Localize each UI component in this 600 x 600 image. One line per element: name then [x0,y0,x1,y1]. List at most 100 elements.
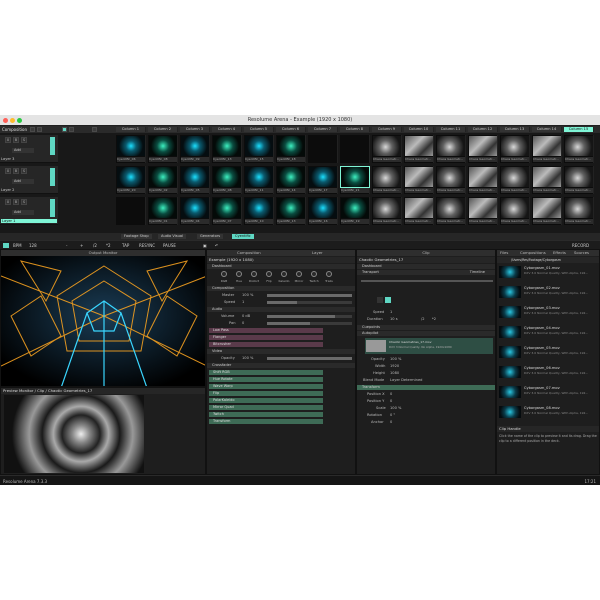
clip-name-label[interactable]: Cyentific_06 [117,157,145,162]
clip-slot[interactable]: Chaos Geometr... [500,166,530,194]
clip-slot[interactable] [116,197,146,225]
clip-name-label[interactable]: Chaos Geometr... [437,157,465,162]
clip-slot[interactable]: Chaos Geometr... [532,135,562,163]
width-value[interactable]: 1920 [390,364,399,369]
clip-slot[interactable]: Cyentific_08 [212,166,242,194]
column-header-5[interactable]: Column 5 [244,127,274,132]
preview-monitor-view[interactable] [4,395,144,473]
audio-effect-row[interactable]: Bitcrusher [209,342,323,347]
clip-name-label[interactable]: Cyentific_14 [277,188,305,193]
clip-name-label[interactable]: Chaos Geometr... [405,188,433,193]
deck-tab-generators[interactable]: Generators [197,234,224,239]
opacity-slider[interactable] [267,357,352,360]
clip-slot[interactable]: Cyentific_13 [276,197,306,225]
clip-slot[interactable]: Cyentific_18 [276,135,306,163]
maximize-window-icon[interactable] [17,118,22,123]
file-item[interactable]: Cyborgasm_03.mov DXV 3.0 Normal Quality, … [499,305,597,319]
clip-name-label[interactable]: Cyentific_20 [117,188,145,193]
clip-slot[interactable]: Chaos Geometr... [532,197,562,225]
column-header-14[interactable]: Column 14 [532,127,562,132]
clip-slot[interactable]: Chaos Geometr... [372,135,402,163]
clip-name-label[interactable]: Cyentific_07 [213,219,241,224]
bypass-layer-button[interactable]: B [13,137,19,143]
speed-value[interactable]: 1 [242,300,244,305]
tap-button[interactable]: TAP [122,243,129,248]
clip-name-label[interactable]: Cyentific_15 [245,157,273,162]
column-header-10[interactable]: Column 10 [404,127,434,132]
clip-slot[interactable]: Chaos Geometr... [372,166,402,194]
clip-slot[interactable]: Chaos Geometr... [564,197,594,225]
column-header-13[interactable]: Column 13 [500,127,530,132]
clip-name-label[interactable]: Chaos Geometr... [437,219,465,224]
clip-slot[interactable]: Cyentific_04 [180,197,210,225]
clip-slot[interactable]: Cyentific_05 [180,166,210,194]
column-header-9[interactable]: Column 9 [372,127,402,132]
clip-slot[interactable]: Cyentific_19 [340,197,370,225]
tab-effects[interactable]: Effects [553,250,566,256]
layer-opacity-fader[interactable] [50,168,55,186]
clip-name-label[interactable]: Cyentific_02 [149,188,177,193]
clip-slot[interactable]: Chaos Geometr... [404,166,434,194]
rotation-value[interactable]: 0 ° [390,413,395,418]
clip-name-label[interactable]: Chaos Geometr... [373,219,401,224]
clip-slot[interactable]: Chaos Geometr... [468,166,498,194]
clip-name-label[interactable]: Chaos Geometr... [533,157,561,162]
duration-half-button[interactable]: /2 [421,317,425,322]
minimize-window-icon[interactable] [10,118,15,123]
clip-name-label[interactable]: Chaos Geometr... [565,188,593,193]
height-value[interactable]: 1080 [390,371,399,376]
clip-dashboard-section[interactable]: Dashboard [357,264,495,269]
column-header-15[interactable]: Column 15 [564,127,594,132]
clear-layer-button[interactable]: X [5,168,11,174]
column-prev-button[interactable] [92,127,97,132]
output-monitor-view[interactable] [1,256,205,386]
duration-value[interactable]: 10 s [390,317,398,322]
clip-name-label[interactable]: Chaos Geometr... [469,219,497,224]
solo-layer-button[interactable]: S [21,137,27,143]
clip-name-label[interactable]: Cyentific_08 [149,157,177,162]
transform-section[interactable]: Transform [357,385,495,390]
clip-name-label[interactable]: Chaos Geometr... [469,157,497,162]
deck-tab-footage-shop[interactable]: Footage Shop [121,234,152,239]
video-effect-row[interactable]: Transform [209,419,323,424]
clip-slot[interactable]: Cyentific_01 [148,197,178,225]
audio-effect-row[interactable]: Flanger [209,335,323,340]
file-item[interactable]: Cyborgasm_06.mov DXV 3.0 Normal Quality, … [499,365,597,379]
clip-name-label[interactable]: Chaos Geometr... [565,219,593,224]
metronome-icon[interactable] [3,243,9,248]
clip-name-label[interactable]: Chaos Geometr... [565,157,593,162]
clip-slot[interactable]: Cyentific_17 [308,166,338,194]
clip-slot[interactable]: Cyentific_08 [148,135,178,163]
cuepoints-section[interactable]: Cuepoints [357,325,495,330]
pan-value[interactable]: 0 [242,321,244,326]
dashboard-knob[interactable] [251,271,257,277]
column-header-11[interactable]: Column 11 [436,127,466,132]
video-effect-row[interactable]: Flip [209,391,323,396]
clip-name-label[interactable]: Cyentific_13 [277,219,305,224]
clip-slot[interactable]: Chaos Geometr... [404,197,434,225]
clip-slot[interactable]: Cyentific_10 [244,197,274,225]
clip-slot[interactable]: Chaos Geometr... [404,135,434,163]
clip-name-label[interactable]: Cyentific_08 [213,188,241,193]
clip-slot[interactable]: Cyentific_07 [212,197,242,225]
dashboard-section[interactable]: Dashboard [207,264,355,269]
clip-name-label[interactable]: Cyentific_10 [245,219,273,224]
file-item[interactable]: Cyborgasm_02.mov DXV 3.0 Normal Quality, … [499,285,597,299]
clip-name-label[interactable]: Chaos Geometr... [373,157,401,162]
clip-name-label[interactable]: Cyentific_13 [213,157,241,162]
layer-opacity-fader[interactable] [50,199,55,217]
video-effect-row[interactable]: Wave Warp [209,384,323,389]
clip-name-label[interactable]: Chaos Geometr... [373,188,401,193]
bpm-double-button[interactable]: *2 [106,243,111,248]
clip-name-label[interactable]: Cyentific_05 [181,188,209,193]
audio-effect-row[interactable]: Low Pass [209,328,323,333]
stop-button[interactable] [377,297,383,303]
composition-button[interactable]: Composition [2,127,27,132]
clip-slot[interactable]: Cyentific_09 [180,135,210,163]
anchor-value[interactable]: 0 [390,420,392,425]
opacity-value[interactable]: 100 % [242,356,253,361]
bypass-layer-button[interactable]: B [13,168,19,174]
layer-name[interactable]: Layer 2 [1,188,14,192]
bpm-half-button[interactable]: /2 [93,243,97,248]
clip-name-label[interactable]: Cyentific_11 [245,188,273,193]
